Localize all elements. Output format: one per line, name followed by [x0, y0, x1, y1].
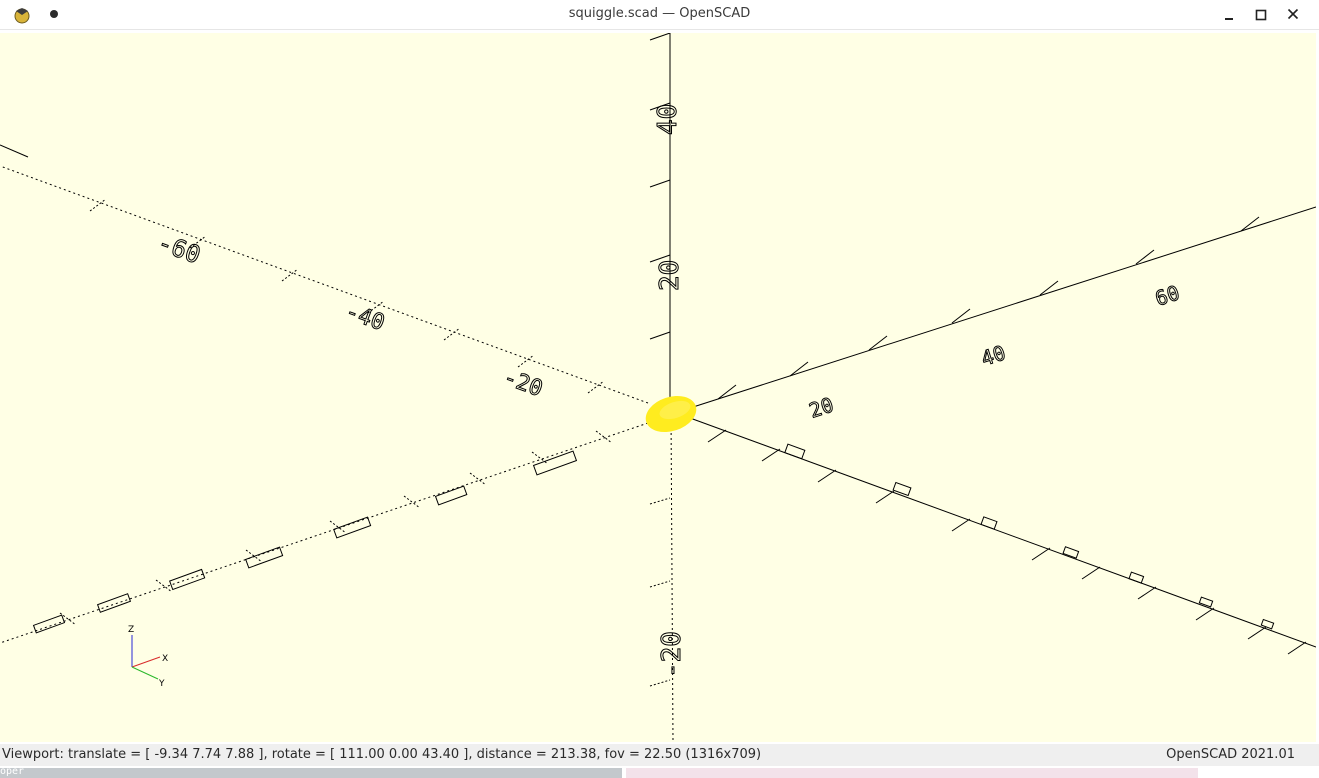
y-label-neg60: -60	[154, 228, 204, 269]
z-label-20: 20	[655, 260, 685, 291]
x-label-60: 60	[1152, 280, 1182, 310]
title-bar: squiggle.scad — OpenSCAD	[0, 0, 1319, 30]
3d-viewport[interactable]: 40 20 -20 20 40 60 -20 -40 -60 Z X Y	[0, 33, 1316, 742]
axis-x-label: X	[162, 654, 168, 664]
y-label-neg40: -40	[342, 299, 388, 336]
background-window-right[interactable]	[626, 768, 1198, 778]
y-neg-ticks	[89, 198, 605, 394]
y-axis-negative	[0, 165, 649, 404]
axis-y-label: Y	[158, 679, 165, 689]
y-label-neg20: -20	[500, 365, 546, 402]
z-label-40: 40	[653, 104, 683, 135]
viewport-status: Viewport: translate = [ -9.34 7.74 7.88 …	[2, 747, 762, 762]
z-label-neg20: -20	[657, 631, 687, 678]
x-axis-negative	[0, 422, 649, 644]
x-label-20: 20	[806, 392, 836, 422]
status-bar: Viewport: translate = [ -9.34 7.74 7.88 …	[0, 744, 1319, 766]
version-label: OpenSCAD 2021.01	[1166, 747, 1295, 762]
x-axis-ticks	[717, 216, 1260, 400]
minimize-icon[interactable]	[1217, 4, 1241, 26]
y-axis-ticks	[707, 429, 1307, 655]
x-label-40: 40	[978, 340, 1008, 370]
close-icon[interactable]	[1281, 4, 1305, 26]
y-axis-positive	[689, 417, 1316, 648]
background-window-left[interactable]: oper	[0, 766, 622, 778]
axes-indicator: Z X Y	[128, 625, 168, 689]
window-title: squiggle.scad — OpenSCAD	[568, 6, 751, 21]
axis-z-label: Z	[128, 625, 134, 635]
axis-glyph-fragments	[0, 144, 1275, 634]
viewport-canvas[interactable]: 40 20 -20 20 40 60 -20 -40 -60 Z X Y	[0, 33, 1316, 742]
maximize-icon[interactable]	[1249, 4, 1273, 26]
z-axis-negative	[670, 412, 674, 742]
background-window-text: oper	[0, 766, 25, 777]
x-neg-ticks	[59, 430, 613, 626]
x-axis-positive	[689, 206, 1316, 409]
